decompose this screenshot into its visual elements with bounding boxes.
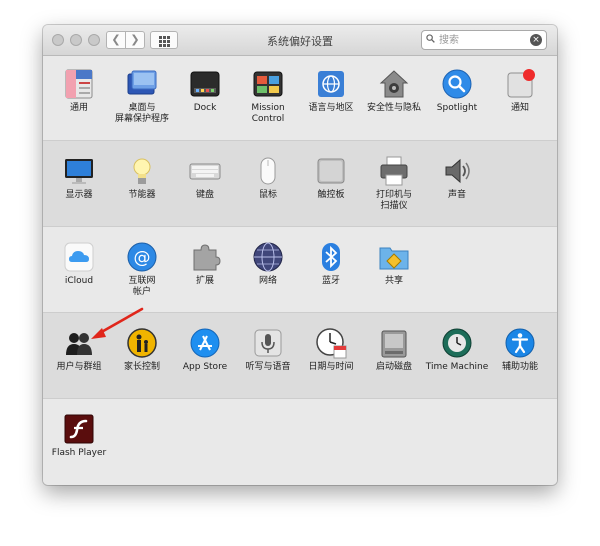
pref-label: Time Machine <box>425 362 489 372</box>
pref-label: 日期与时间 <box>308 362 354 372</box>
pref-startup-disk[interactable]: 启动磁盘 <box>362 327 426 373</box>
pref-internet-accounts[interactable]: @ 互联网 帐户 <box>110 241 174 298</box>
pref-label: 显示器 <box>65 190 93 200</box>
pref-mouse[interactable]: 鼠标 <box>236 155 300 201</box>
bluetooth-icon <box>315 241 347 273</box>
pref-dock[interactable]: Dock <box>173 68 237 114</box>
desktop-screensaver-icon <box>126 68 158 100</box>
date-time-icon <box>315 327 347 359</box>
network-icon <box>252 241 284 273</box>
pref-label: 家长控制 <box>123 362 160 372</box>
section-hardware: 显示器 节能器 键盘 鼠标 触控板 打印机与 扫描仪 声音 <box>43 140 557 227</box>
pref-label: 用户与群组 <box>56 362 102 372</box>
clear-search-icon[interactable]: × <box>530 34 542 46</box>
pref-label: 节能器 <box>128 190 156 200</box>
energy-saver-icon <box>126 155 158 187</box>
pref-desktop-screensaver[interactable]: 桌面与 屏幕保护程序 <box>110 68 174 125</box>
search-icon <box>426 34 435 43</box>
pref-label: 键盘 <box>195 190 214 200</box>
pref-label: App Store <box>182 362 228 372</box>
pref-trackpad[interactable]: 触控板 <box>299 155 363 201</box>
pref-label: 触控板 <box>317 190 345 200</box>
search-field[interactable]: × <box>421 30 547 50</box>
pref-sound[interactable]: 声音 <box>425 155 489 201</box>
pref-displays[interactable]: 显示器 <box>47 155 111 201</box>
pref-label: Flash Player <box>51 448 107 458</box>
pref-label: 通用 <box>69 103 88 113</box>
system-preferences-window: ❮ ❯ 系统偏好设置 × <box>43 25 557 485</box>
sound-icon <box>441 155 473 187</box>
sharing-icon <box>378 241 410 273</box>
extensions-icon <box>189 241 221 273</box>
pref-label: 打印机与 扫描仪 <box>375 190 412 211</box>
section-other: Flash Player <box>43 398 557 485</box>
pref-spotlight[interactable]: Spotlight <box>425 68 489 114</box>
internet-accounts-icon: @ <box>126 241 158 273</box>
general-icon <box>63 68 95 100</box>
trackpad-icon <box>315 155 347 187</box>
pref-flash-player[interactable]: Flash Player <box>47 413 111 459</box>
pref-label: 通知 <box>510 103 529 113</box>
pref-label: 语言与地区 <box>308 103 354 113</box>
icloud-icon <box>63 241 95 273</box>
keyboard-icon <box>189 155 221 187</box>
pref-bluetooth[interactable]: 蓝牙 <box>299 241 363 287</box>
pref-security-privacy[interactable]: 安全性与隐私 <box>362 68 426 114</box>
section-personal: 通用 桌面与 屏幕保护程序 Dock Mission Control 语言与地区… <box>43 56 557 140</box>
search-input[interactable] <box>439 32 525 48</box>
pref-label: 声音 <box>447 190 466 200</box>
pref-dictation-speech[interactable]: 听写与语音 <box>236 327 300 373</box>
pref-label: 桌面与 屏幕保护程序 <box>114 103 169 124</box>
mission-control-icon <box>252 68 284 100</box>
pref-notifications[interactable]: 通知 <box>488 68 552 114</box>
section-internet-wireless: iCloud @ 互联网 帐户 扩展 网络 蓝牙 共享 <box>43 226 557 313</box>
pref-label: 安全性与隐私 <box>366 103 421 113</box>
printers-scanners-icon <box>378 155 410 187</box>
app-store-icon <box>189 327 221 359</box>
pref-label: 听写与语音 <box>245 362 291 372</box>
pref-label: 鼠标 <box>258 190 277 200</box>
pref-keyboard[interactable]: 键盘 <box>173 155 237 201</box>
pref-network[interactable]: 网络 <box>236 241 300 287</box>
pref-label: Mission Control <box>251 103 285 124</box>
pref-icloud[interactable]: iCloud <box>47 241 111 287</box>
pref-label: 启动磁盘 <box>375 362 412 372</box>
svg-text:@: @ <box>134 248 151 268</box>
pref-label: 辅助功能 <box>501 362 538 372</box>
notifications-icon <box>504 68 536 100</box>
pref-mission-control[interactable]: Mission Control <box>236 68 300 125</box>
pref-label: Dock <box>193 103 217 113</box>
language-region-icon <box>315 68 347 100</box>
pref-sharing[interactable]: 共享 <box>362 241 426 287</box>
pref-energy-saver[interactable]: 节能器 <box>110 155 174 201</box>
pref-label: 扩展 <box>195 276 214 286</box>
pref-label: 网络 <box>258 276 277 286</box>
pref-time-machine[interactable]: Time Machine <box>425 327 489 373</box>
flash-player-icon <box>63 413 95 445</box>
security-privacy-icon <box>378 68 410 100</box>
pref-label: iCloud <box>64 276 94 286</box>
displays-icon <box>63 155 95 187</box>
pref-general[interactable]: 通用 <box>47 68 111 114</box>
dictation-speech-icon <box>252 327 284 359</box>
pref-label: 共享 <box>384 276 403 286</box>
pref-language-region[interactable]: 语言与地区 <box>299 68 363 114</box>
pref-app-store[interactable]: App Store <box>173 327 237 373</box>
pref-accessibility[interactable]: 辅助功能 <box>488 327 552 373</box>
accessibility-icon <box>504 327 536 359</box>
spotlight-icon <box>441 68 473 100</box>
mouse-icon <box>252 155 284 187</box>
dock-icon <box>189 68 221 100</box>
time-machine-icon <box>441 327 473 359</box>
title-bar: ❮ ❯ 系统偏好设置 × <box>43 25 557 56</box>
pref-extensions[interactable]: 扩展 <box>173 241 237 287</box>
pref-label: 互联网 帐户 <box>128 276 156 297</box>
pref-label: 蓝牙 <box>321 276 340 286</box>
startup-disk-icon <box>378 327 410 359</box>
pref-printers-scanners[interactable]: 打印机与 扫描仪 <box>362 155 426 212</box>
pref-date-time[interactable]: 日期与时间 <box>299 327 363 373</box>
red-arrow-icon <box>91 307 144 339</box>
pref-label: Spotlight <box>436 103 478 113</box>
